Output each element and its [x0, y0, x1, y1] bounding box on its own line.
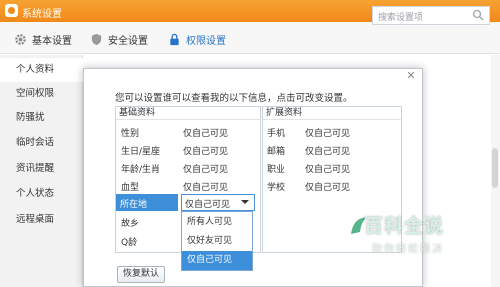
sidebar-item-profile[interactable]: 个人资料 — [0, 58, 83, 82]
dialog-close-icon[interactable]: ✕ — [405, 70, 417, 82]
sidebar-item-remote-desktop[interactable]: 远程桌面 — [0, 208, 83, 232]
field-label-age: 年龄/生肖 — [121, 165, 161, 175]
scrollbar-thumb[interactable] — [492, 148, 498, 188]
field-label-hometown: 故乡 — [121, 219, 140, 229]
dropdown-option-self[interactable]: 仅自己可见 — [182, 251, 252, 270]
field-visibility-age[interactable]: 仅自己可见 — [183, 162, 228, 175]
toolbar — [0, 22, 500, 54]
field-label-occupation: 职业 — [267, 165, 286, 175]
field-label-gender: 性别 — [121, 129, 140, 139]
field-visibility-birthday[interactable]: 仅自己可见 — [183, 144, 228, 157]
restore-defaults-button[interactable]: 恢复默认 — [117, 266, 165, 283]
lock-icon — [170, 33, 179, 45]
sidebar-item-temp-chat[interactable]: 临时会话 — [0, 131, 83, 155]
field-label-school: 学校 — [267, 183, 286, 193]
app-logo-icon — [5, 4, 18, 17]
field-label-q-age: Q龄 — [121, 238, 138, 248]
visibility-select-value: 仅自己可见 — [185, 200, 231, 210]
tab-permission-settings[interactable]: 权限设置 — [168, 31, 226, 47]
field-label-email: 邮箱 — [267, 147, 286, 157]
gear-icon — [15, 33, 26, 45]
visibility-dropdown-list: 所有人可见 仅好友可见 仅自己可见 — [181, 211, 253, 271]
field-visibility-blood-type[interactable]: 仅自己可见 — [183, 180, 228, 193]
field-visibility-gender[interactable]: 仅自己可见 — [183, 126, 228, 139]
sidebar-item-anti-harassment[interactable]: 防骚扰 — [0, 106, 83, 130]
watermark-subtitle: 助你轻松解决 — [372, 244, 444, 255]
field-visibility-school[interactable]: 仅自己可见 — [305, 180, 350, 193]
tab-label: 安全设置 — [108, 35, 148, 47]
search-icon[interactable] — [472, 9, 484, 21]
sidebar: 个人资料 空间权限 防骚扰 临时会话 资讯提醒 个人状态 远程桌面 — [0, 55, 83, 287]
tab-label: 权限设置 — [186, 35, 226, 47]
shield-icon — [91, 33, 102, 45]
sidebar-item-personal-status[interactable]: 个人状态 — [0, 182, 83, 206]
dropdown-option-everyone[interactable]: 所有人可见 — [182, 213, 252, 232]
tab-label: 基本设置 — [32, 35, 72, 47]
field-visibility-occupation[interactable]: 仅自己可见 — [305, 162, 350, 175]
dialog-prompt: 您可以设置谁可以查看我的以下信息，点击可改变设置。 — [115, 93, 353, 104]
field-label-phone: 手机 — [267, 129, 286, 139]
extended-info-header: 扩展资料 — [263, 107, 401, 120]
watermark-title: 百科全说 — [364, 215, 445, 237]
field-visibility-email[interactable]: 仅自己可见 — [305, 144, 350, 157]
field-label-blood-type: 血型 — [121, 183, 140, 193]
tab-security-settings[interactable]: 安全设置 — [90, 31, 148, 47]
field-label-birthday: 生日/星座 — [121, 147, 161, 157]
field-visibility-phone[interactable]: 仅自己可见 — [305, 126, 350, 139]
dropdown-option-friends[interactable]: 仅好友可见 — [182, 232, 252, 251]
field-label-location: 所在地 — [120, 200, 148, 210]
sidebar-item-news-alert[interactable]: 资讯提醒 — [0, 157, 83, 181]
sidebar-item-space-permission[interactable]: 空间权限 — [0, 82, 83, 106]
window-title: 系统设置 — [22, 9, 62, 20]
chevron-down-icon[interactable] — [241, 200, 249, 204]
tab-basic-settings[interactable]: 基本设置 — [14, 31, 72, 47]
basic-info-header: 基础资料 — [116, 107, 260, 120]
